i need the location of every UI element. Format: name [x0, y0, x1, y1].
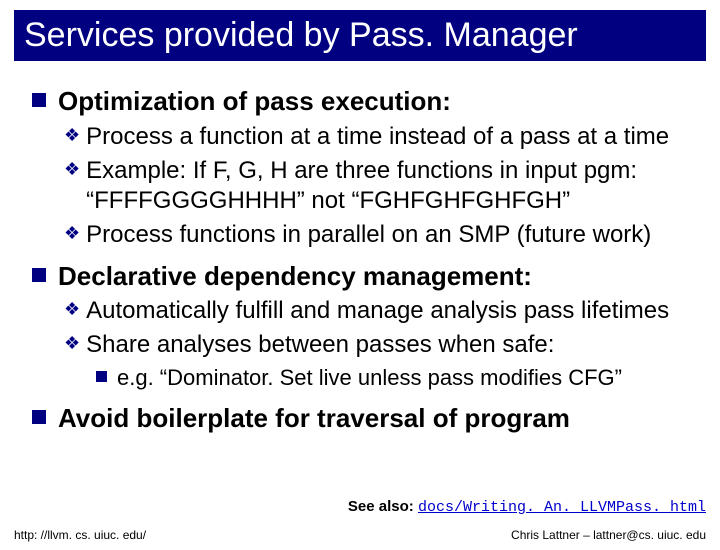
bullet-1-3-text: Process functions in parallel on an SMP …	[86, 220, 651, 250]
bullet-1-1: ❖ Process a function at a time instead o…	[64, 122, 688, 152]
diamond-bullet-icon: ❖	[64, 333, 80, 354]
slide-content: Optimization of pass execution: ❖ Proces…	[0, 61, 720, 434]
bullet-2-2: ❖ Share analyses between passes when saf…	[64, 330, 688, 360]
bullet-2-2-text: Share analyses between passes when safe:	[86, 330, 554, 360]
square-bullet-icon	[32, 410, 46, 424]
bullet-2-1-text: Automatically fulfill and manage analysi…	[86, 296, 669, 326]
see-also-link[interactable]: docs/Writing. An. LLVMPass. html	[418, 499, 706, 516]
see-also: See also: docs/Writing. An. LLVMPass. ht…	[348, 498, 706, 516]
bullet-1-3: ❖ Process functions in parallel on an SM…	[64, 220, 688, 250]
bullet-3: Avoid boilerplate for traversal of progr…	[32, 402, 688, 435]
bullet-2-1: ❖ Automatically fulfill and manage analy…	[64, 296, 688, 326]
square-bullet-icon	[96, 371, 107, 382]
bullet-2-2a: e.g. “Dominator. Set live unless pass mo…	[96, 364, 688, 392]
title-bar: Services provided by Pass. Manager	[14, 10, 706, 61]
bullet-3-text: Avoid boilerplate for traversal of progr…	[58, 402, 570, 435]
bullet-2-2a-text: e.g. “Dominator. Set live unless pass mo…	[117, 364, 622, 392]
bullet-2-text: Declarative dependency management:	[58, 260, 532, 293]
diamond-bullet-icon: ❖	[64, 223, 80, 244]
square-bullet-icon	[32, 268, 46, 282]
bullet-2: Declarative dependency management:	[32, 260, 688, 293]
bullet-1: Optimization of pass execution:	[32, 85, 688, 118]
bullet-1-2: ❖ Example: If F, G, H are three function…	[64, 156, 688, 216]
diamond-bullet-icon: ❖	[64, 299, 80, 320]
slide-title: Services provided by Pass. Manager	[24, 16, 696, 55]
bullet-1-1-text: Process a function at a time instead of …	[86, 122, 669, 152]
bullet-1-2-text: Example: If F, G, H are three functions …	[86, 156, 688, 216]
see-also-label: See also:	[348, 498, 418, 515]
diamond-bullet-icon: ❖	[64, 159, 80, 180]
square-bullet-icon	[32, 93, 46, 107]
diamond-bullet-icon: ❖	[64, 125, 80, 146]
bullet-1-text: Optimization of pass execution:	[58, 85, 451, 118]
